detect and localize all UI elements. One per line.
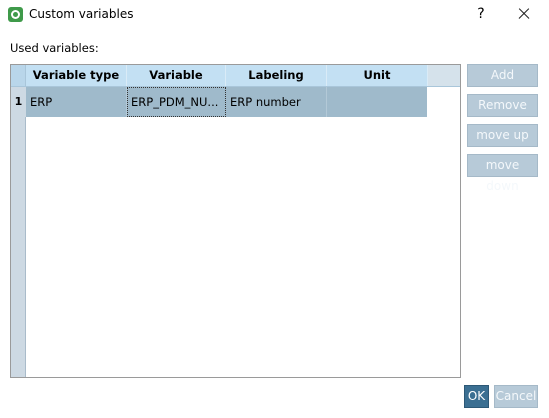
move-up-button[interactable]: move up bbox=[467, 124, 538, 147]
cell-labeling[interactable]: ERP number bbox=[226, 87, 327, 117]
ok-button[interactable]: OK bbox=[464, 385, 489, 408]
table-row[interactable]: ERP ERP_PDM_NU... ERP number bbox=[26, 87, 427, 117]
app-icon bbox=[8, 7, 23, 22]
move-down-button[interactable]: move down bbox=[467, 154, 538, 193]
table-header: Variable type Variable Labeling Unit bbox=[26, 65, 460, 87]
column-header-variable[interactable]: Variable bbox=[127, 65, 226, 86]
help-button[interactable]: ? bbox=[471, 4, 491, 24]
table-corner[interactable] bbox=[11, 65, 26, 87]
close-icon[interactable] bbox=[511, 2, 537, 26]
used-variables-label: Used variables: bbox=[10, 41, 99, 55]
cell-variable[interactable]: ERP_PDM_NU... bbox=[127, 87, 226, 117]
cancel-button[interactable]: Cancel bbox=[494, 385, 538, 408]
column-header-filler bbox=[428, 65, 460, 86]
add-button[interactable]: Add bbox=[467, 64, 538, 87]
remove-button[interactable]: Remove bbox=[467, 94, 538, 117]
row-number[interactable]: 1 bbox=[11, 87, 26, 117]
column-header-unit[interactable]: Unit bbox=[327, 65, 428, 86]
column-header-variable-type[interactable]: Variable type bbox=[26, 65, 127, 86]
cell-unit[interactable] bbox=[327, 87, 427, 117]
column-header-labeling[interactable]: Labeling bbox=[226, 65, 327, 86]
window-title: Custom variables bbox=[29, 7, 134, 21]
variables-table[interactable]: Variable type Variable Labeling Unit 1 E… bbox=[10, 64, 461, 378]
title-bar: Custom variables ? bbox=[0, 0, 549, 30]
cell-variable-type[interactable]: ERP bbox=[26, 87, 127, 117]
